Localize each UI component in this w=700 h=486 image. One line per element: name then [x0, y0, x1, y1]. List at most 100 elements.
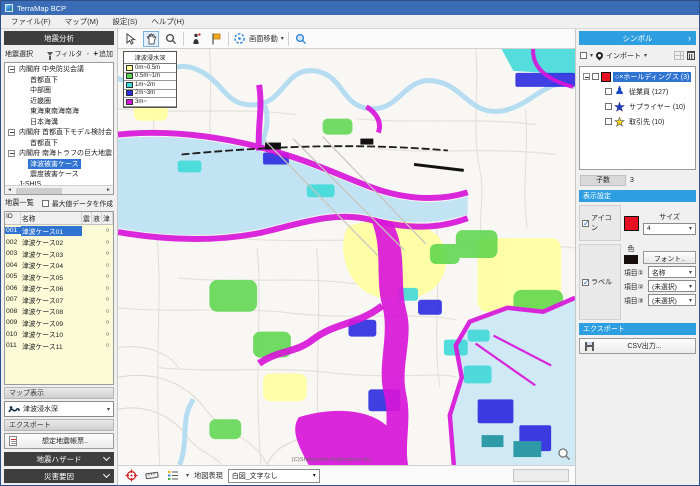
tree-node[interactable]: 内閣府 南海トラフの巨大地震モデル検討会: [5, 148, 113, 159]
filter-button[interactable]: フィルタ: [47, 49, 82, 59]
hazard-section-header[interactable]: 地震ハザード: [4, 452, 114, 466]
expander-icon[interactable]: [8, 150, 15, 157]
chevron-down-icon: ▾: [644, 52, 647, 59]
csv-export-button[interactable]: CSV出力...: [579, 338, 696, 354]
tree-node[interactable]: 日本海溝: [5, 117, 113, 128]
chevron-down-icon: ▾: [689, 225, 692, 232]
symbol-tree-node[interactable]: ★ サプライヤー (10): [580, 99, 695, 114]
map-style-select[interactable]: 白図_文字なし ▾: [228, 469, 320, 483]
pan-mode-dropdown[interactable]: 画面移動 ▾: [233, 32, 284, 45]
table-row[interactable]: 001 津波ケース01 ○: [5, 225, 113, 237]
table-row[interactable]: 009 津波ケース09 ○: [5, 317, 113, 329]
node-checkbox[interactable]: [592, 73, 599, 80]
legend-item: 0m~0.5m: [124, 64, 176, 73]
column-header[interactable]: 液: [92, 212, 102, 224]
table-row[interactable]: 003 津波ケース03 ○: [5, 248, 113, 260]
icon-size-select[interactable]: 4 ▾: [643, 223, 696, 235]
symbol-tree-node[interactable]: ♟ 従業員 (127): [580, 84, 695, 99]
column-header[interactable]: 名称: [21, 212, 82, 224]
node-checkbox[interactable]: [605, 88, 612, 95]
map-pin-icon[interactable]: [595, 51, 605, 61]
column-header[interactable]: 震: [82, 212, 92, 224]
label-item-select[interactable]: 名称 ▾: [648, 266, 696, 278]
add-button[interactable]: + 追加: [93, 49, 113, 59]
tree-node[interactable]: 内閣府 中央防災会議: [5, 64, 113, 75]
menu-item[interactable]: ファイル(F): [5, 15, 57, 28]
tree-node[interactable]: 中部圏: [5, 85, 113, 96]
tree-node[interactable]: 津波被害ケース: [5, 159, 113, 170]
symbol-tree-node[interactable]: ★ 取引先 (10): [580, 114, 695, 129]
import-button[interactable]: インポート: [606, 51, 641, 61]
scrollbar-thumb[interactable]: [16, 188, 62, 194]
scroll-right-icon[interactable]: ►: [104, 186, 113, 195]
tree-node[interactable]: 震度被害ケース: [5, 169, 113, 180]
pan-hand-tool-button[interactable]: [143, 31, 159, 47]
title-bar: TerraMap BCP: [1, 1, 699, 15]
panel-header-symbol[interactable]: シンボル ›: [579, 31, 696, 45]
attribute-table-icon[interactable]: [674, 51, 684, 60]
label-item-select[interactable]: (未選択) ▾: [648, 280, 696, 292]
scroll-left-icon[interactable]: ◄: [5, 186, 14, 195]
table-row[interactable]: 005 津波ケース05 ○: [5, 271, 113, 283]
earthquake-analysis-panel: 地震分析 地震選択 フィルタ ・ + 追加: [1, 29, 118, 485]
table-row[interactable]: 008 津波ケース08 ○: [5, 306, 113, 318]
symbol-tree-node[interactable]: ○×ホールディングス (3): [580, 69, 695, 84]
icon-checkbox[interactable]: [582, 220, 589, 227]
tree-node[interactable]: 近畿圏: [5, 96, 113, 107]
font-button[interactable]: フォント..: [643, 251, 696, 264]
map-display-section-header: マップ表示: [4, 387, 114, 399]
app-icon: [5, 4, 13, 12]
table-row[interactable]: 011 津波ケース11 ○: [5, 340, 113, 352]
tree-node[interactable]: 首都直下: [5, 138, 113, 149]
table-row[interactable]: 010 津波ケース10 ○: [5, 329, 113, 341]
cursor-tool-button[interactable]: [123, 31, 139, 47]
disaster-factor-section-header[interactable]: 災害要因: [4, 469, 114, 483]
table-row[interactable]: 007 津波ケース07 ○: [5, 294, 113, 306]
horizontal-scrollbar[interactable]: ◄ ►: [5, 185, 113, 194]
tree-node-label: 震度被害ケース: [28, 169, 81, 179]
legend-item: 3m~: [124, 98, 176, 107]
expander-icon[interactable]: [8, 66, 15, 73]
person-select-button[interactable]: [188, 31, 204, 47]
label-item-select[interactable]: (未選択) ▾: [648, 294, 696, 306]
table-row[interactable]: 004 津波ケース04 ○: [5, 260, 113, 272]
zoom-select-button[interactable]: [293, 31, 309, 47]
tree-node-label: 内閣府 中央防災会議: [17, 64, 86, 74]
report-button[interactable]: 想定地震帳票..: [4, 433, 114, 449]
map-canvas[interactable]: 津波浸水深 0m~0.5m 0.5m~1m: [118, 49, 575, 465]
center-crosshair-button[interactable]: [123, 468, 139, 484]
tree-node[interactable]: 東海東南海南海: [5, 106, 113, 117]
visibility-checkbox[interactable]: [580, 52, 587, 59]
tree-node[interactable]: 首都直下: [5, 75, 113, 86]
panel-header-earthquake-analysis[interactable]: 地震分析: [4, 31, 114, 45]
tree-node[interactable]: 内閣府 首都直下モデル検討会: [5, 127, 113, 138]
label-color-swatch[interactable]: [624, 255, 638, 264]
column-header[interactable]: 津: [102, 212, 113, 224]
menu-item[interactable]: ヘルプ(H): [145, 15, 190, 28]
table-row[interactable]: 006 津波ケース06 ○: [5, 283, 113, 295]
zoom-tool-button[interactable]: [163, 31, 179, 47]
legend-item: 1m~2m: [124, 81, 176, 90]
report-icon: [9, 436, 17, 446]
measure-ruler-button[interactable]: [144, 468, 160, 484]
legend-item: 0.5m~1m: [124, 73, 176, 82]
menu-item[interactable]: 設定(S): [106, 15, 143, 28]
layer-select[interactable]: 津波浸水深 ▾: [4, 401, 114, 417]
node-checkbox[interactable]: [605, 118, 612, 125]
max-data-checkbox[interactable]: [42, 200, 49, 207]
table-row[interactable]: 002 津波ケース02 ○: [5, 237, 113, 249]
legend-list-button[interactable]: [165, 468, 181, 484]
menu-item[interactable]: マップ(M): [59, 15, 105, 28]
label-checkbox[interactable]: [582, 279, 589, 286]
app-window: TerraMap BCP ファイル(F) マップ(M) 設定(S) ヘルプ(H)…: [0, 0, 700, 486]
trash-icon[interactable]: [687, 51, 695, 60]
flag-tool-button[interactable]: [208, 31, 224, 47]
map-zoom-icon[interactable]: [557, 447, 571, 461]
expander-icon[interactable]: [8, 129, 15, 136]
column-header[interactable]: ID: [5, 212, 21, 224]
expander-icon[interactable]: [583, 73, 590, 80]
node-checkbox[interactable]: [605, 103, 612, 110]
toolbar-separator: [288, 32, 289, 46]
icon-color-swatch[interactable]: [624, 216, 639, 231]
symbol-icon: ★: [614, 101, 625, 112]
